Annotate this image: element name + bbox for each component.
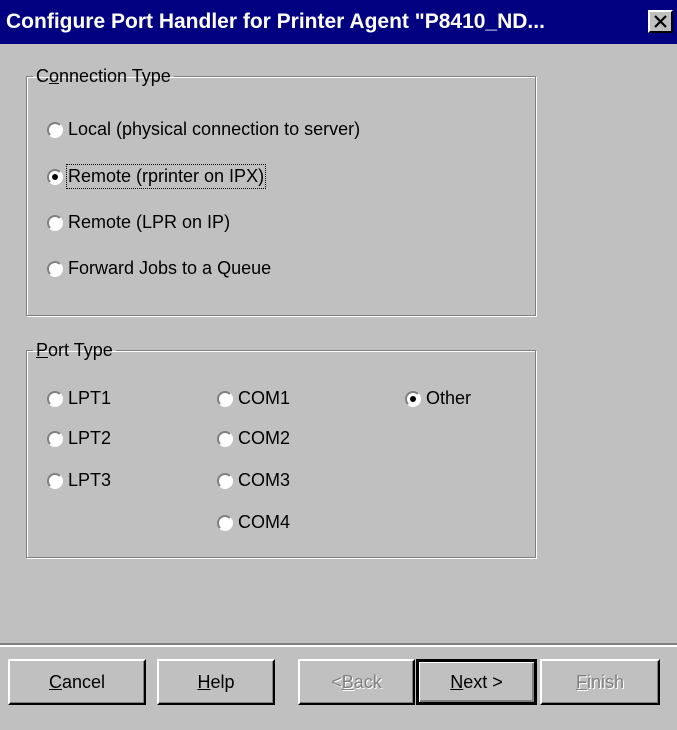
radio-label: Remote (LPR on IP) (68, 212, 231, 232)
radio-label: COM2 (238, 428, 291, 448)
button-area-separator (0, 643, 677, 647)
connection-type-legend: Connection Type (36, 66, 171, 86)
radio-indicator (47, 121, 63, 138)
window-title: Configure Port Handler for Printer Agent… (6, 10, 545, 33)
radio-lpt1[interactable]: LPT1 (47, 388, 111, 409)
finish-button[interactable]: Finish (540, 659, 660, 705)
radio-indicator (217, 514, 233, 531)
radio-com3[interactable]: COM3 (217, 470, 290, 491)
radio-lpt3[interactable]: LPT3 (47, 470, 111, 491)
radio-forward-jobs[interactable]: Forward Jobs to a Queue (47, 258, 271, 279)
radio-indicator (217, 390, 233, 407)
radio-label: COM4 (238, 512, 291, 532)
radio-indicator (47, 168, 63, 185)
radio-indicator (405, 390, 421, 407)
radio-label: COM3 (238, 470, 291, 490)
radio-indicator (47, 260, 63, 277)
radio-label: Local (physical connection to server) (68, 119, 361, 139)
title-bar[interactable]: Configure Port Handler for Printer Agent… (0, 0, 677, 44)
port-type-legend: Port Type (36, 340, 113, 360)
radio-lpt2[interactable]: LPT2 (47, 428, 111, 449)
radio-indicator (217, 430, 233, 447)
radio-indicator (47, 472, 63, 489)
cancel-button[interactable]: Cancel (8, 659, 146, 705)
radio-local[interactable]: Local (physical connection to server) (47, 119, 360, 140)
next-button[interactable]: Next > (416, 659, 537, 705)
radio-indicator (47, 214, 63, 231)
radio-com2[interactable]: COM2 (217, 428, 290, 449)
radio-label: Forward Jobs to a Queue (68, 258, 272, 278)
close-icon (654, 0, 667, 44)
back-button[interactable]: < Back (298, 659, 415, 705)
radio-indicator (217, 472, 233, 489)
radio-label: LPT2 (68, 428, 112, 448)
radio-label: LPT3 (68, 470, 112, 490)
radio-com1[interactable]: COM1 (217, 388, 290, 409)
radio-remote-lpr-ip[interactable]: Remote (LPR on IP) (47, 212, 230, 233)
radio-indicator (47, 430, 63, 447)
radio-com4[interactable]: COM4 (217, 512, 290, 533)
radio-indicator (47, 390, 63, 407)
radio-label: COM1 (238, 388, 291, 408)
radio-label: LPT1 (68, 388, 112, 408)
radio-other[interactable]: Other (405, 388, 471, 409)
help-button[interactable]: Help (157, 659, 275, 705)
radio-label: Other (426, 388, 472, 408)
configure-port-handler-dialog: Configure Port Handler for Printer Agent… (0, 0, 677, 730)
radio-label: Remote (rprinter on IPX) (65, 164, 267, 189)
radio-remote-rprinter-ipx[interactable]: Remote (rprinter on IPX) (47, 164, 267, 189)
close-button[interactable] (648, 10, 673, 33)
